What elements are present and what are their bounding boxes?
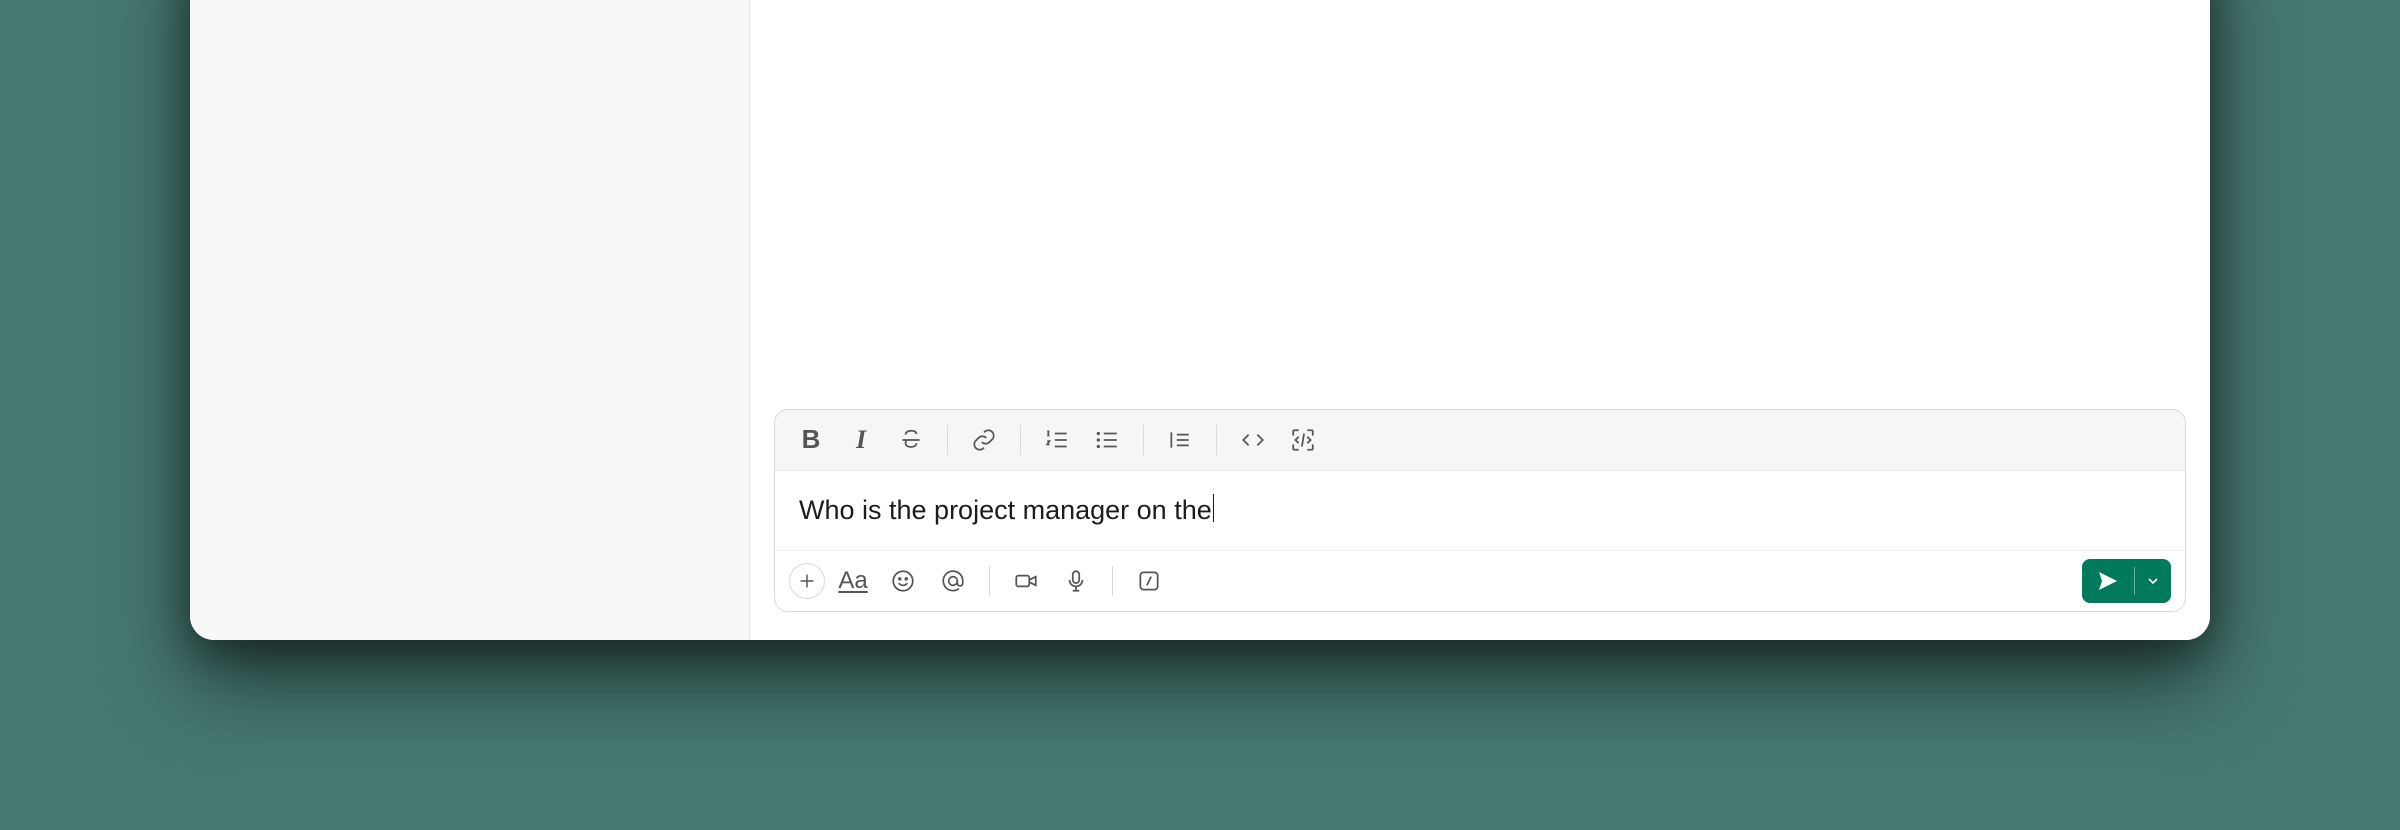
send-button[interactable] [2082, 559, 2134, 603]
text-style-button[interactable]: Aa [831, 559, 875, 603]
bullet-list-icon [1094, 427, 1120, 453]
mention-button[interactable] [931, 559, 975, 603]
send-button-group [2082, 559, 2171, 603]
main-content: B I [750, 0, 2210, 640]
app-window: B I [190, 0, 2210, 640]
blockquote-icon [1167, 427, 1193, 453]
code-block-icon [1290, 427, 1316, 453]
link-button[interactable] [962, 418, 1006, 462]
ordered-list-icon [1044, 427, 1070, 453]
send-icon [2096, 569, 2120, 593]
message-input[interactable]: Who is the project manager on the [775, 471, 2185, 550]
toolbar-divider [1143, 425, 1144, 455]
emoji-button[interactable] [881, 559, 925, 603]
mention-icon [940, 568, 966, 594]
strikethrough-button[interactable] [889, 418, 933, 462]
italic-button[interactable]: I [839, 418, 883, 462]
bullet-list-button[interactable] [1085, 418, 1129, 462]
blockquote-button[interactable] [1158, 418, 1202, 462]
bold-icon: B [802, 424, 821, 455]
ordered-list-button[interactable] [1035, 418, 1079, 462]
shortcuts-button[interactable] [1127, 559, 1171, 603]
video-button[interactable] [1004, 559, 1048, 603]
send-options-button[interactable] [2135, 559, 2171, 603]
toolbar-divider [1216, 425, 1217, 455]
message-text: Who is the project manager on the [799, 495, 1212, 525]
action-toolbar: Aa [775, 550, 2185, 611]
toolbar-divider [947, 425, 948, 455]
sidebar [190, 0, 750, 640]
emoji-icon [890, 568, 916, 594]
microphone-icon [1063, 568, 1089, 594]
toolbar-divider [1112, 566, 1113, 596]
toolbar-divider [1020, 425, 1021, 455]
italic-icon: I [856, 425, 866, 455]
link-icon [971, 427, 997, 453]
text-caret [1213, 494, 1215, 522]
code-button[interactable] [1231, 418, 1275, 462]
strikethrough-icon [898, 427, 924, 453]
code-block-button[interactable] [1281, 418, 1325, 462]
toolbar-divider [989, 566, 990, 596]
text-style-icon: Aa [838, 567, 867, 595]
shortcuts-icon [1136, 568, 1162, 594]
chevron-down-icon [2145, 573, 2161, 589]
bold-button[interactable]: B [789, 418, 833, 462]
formatting-toolbar: B I [775, 410, 2185, 471]
message-composer: B I [774, 409, 2186, 612]
audio-button[interactable] [1054, 559, 1098, 603]
video-icon [1013, 568, 1039, 594]
plus-icon [796, 570, 818, 592]
attach-button[interactable] [789, 563, 825, 599]
code-icon [1240, 427, 1266, 453]
